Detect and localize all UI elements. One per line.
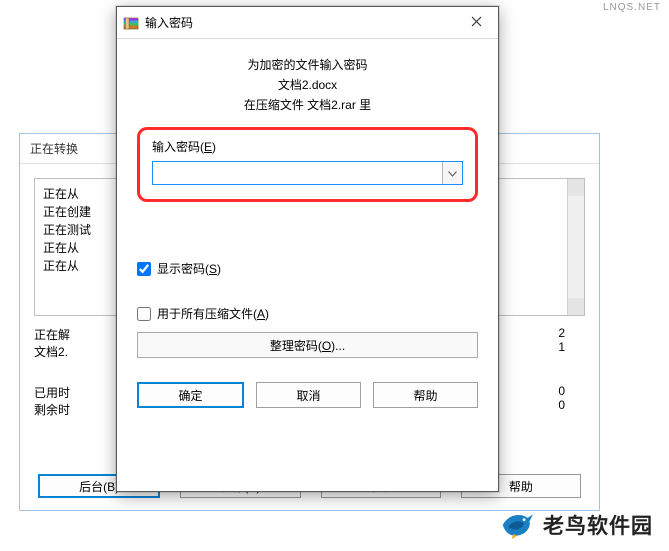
remain-value: 0	[558, 398, 585, 412]
count-value: 1	[558, 340, 585, 354]
header-line: 在压缩文件 文档2.rar 里	[137, 95, 478, 115]
password-highlight: 输入密码(E)	[137, 127, 478, 202]
dialog-title: 输入密码	[145, 14, 193, 31]
cancel-button[interactable]: 取消	[256, 382, 361, 408]
file-label: 文档2.	[34, 343, 70, 360]
show-password-checkbox[interactable]: 显示密码(S)	[137, 260, 478, 277]
password-input[interactable]	[153, 162, 442, 184]
close-icon	[471, 16, 482, 30]
manage-passwords-button[interactable]: 整理密码(O)...	[137, 332, 478, 358]
password-label: 输入密码(E)	[152, 138, 463, 155]
help-button[interactable]: 帮助	[373, 382, 478, 408]
show-password-input[interactable]	[137, 262, 151, 276]
header-line: 文档2.docx	[137, 75, 478, 95]
watermark: LNQS.NET	[603, 2, 661, 13]
chevron-down-icon	[448, 166, 457, 180]
close-button[interactable]	[454, 8, 498, 38]
password-combobox[interactable]	[152, 161, 463, 185]
winrar-icon	[123, 15, 139, 31]
remain-label: 剩余时	[34, 401, 70, 418]
dialog-header-text: 为加密的文件输入密码 文档2.docx 在压缩文件 文档2.rar 里	[137, 55, 478, 115]
elapsed-label: 已用时	[34, 384, 70, 401]
brand-footer: 老鸟软件园	[499, 509, 653, 541]
count-value: 2	[558, 326, 585, 340]
show-password-label: 显示密码(S)	[157, 260, 221, 277]
apply-all-input[interactable]	[137, 307, 151, 321]
brand-text: 老鸟软件园	[543, 510, 653, 540]
ok-button[interactable]: 确定	[137, 382, 244, 408]
dropdown-button[interactable]	[442, 162, 462, 184]
bird-icon	[499, 509, 535, 541]
apply-all-label: 用于所有压缩文件(A)	[157, 305, 269, 322]
header-line: 为加密的文件输入密码	[137, 55, 478, 75]
extracting-label: 正在解	[34, 326, 70, 343]
titlebar[interactable]: 输入密码	[117, 7, 498, 39]
apply-all-checkbox[interactable]: 用于所有压缩文件(A)	[137, 305, 478, 322]
elapsed-value: 0	[558, 384, 585, 398]
scrollbar[interactable]	[567, 179, 584, 315]
password-dialog: 输入密码 为加密的文件输入密码 文档2.docx 在压缩文件 文档2.rar 里…	[116, 6, 499, 492]
